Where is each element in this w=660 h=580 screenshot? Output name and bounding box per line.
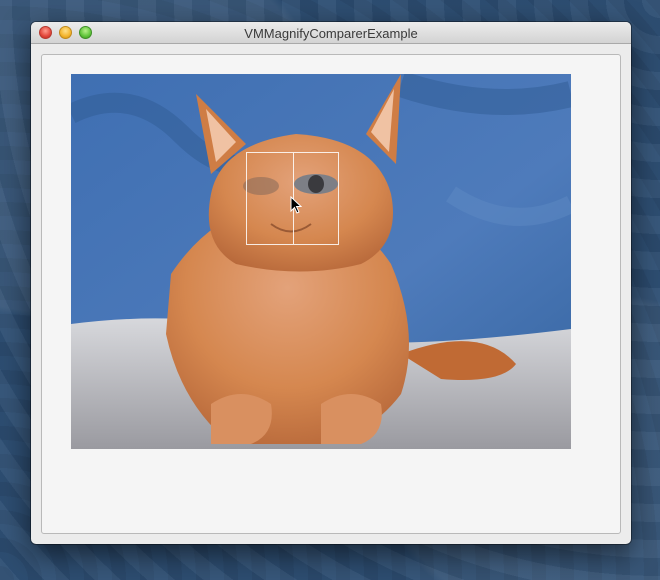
kitten-photo [71, 74, 571, 449]
app-window: VMMagnifyComparerExample [31, 22, 631, 544]
mouse-cursor-icon [290, 196, 302, 214]
kitten-image-view[interactable] [71, 74, 571, 449]
window-title: VMMagnifyComparerExample [244, 26, 418, 41]
title-bar[interactable]: VMMagnifyComparerExample [31, 22, 631, 44]
